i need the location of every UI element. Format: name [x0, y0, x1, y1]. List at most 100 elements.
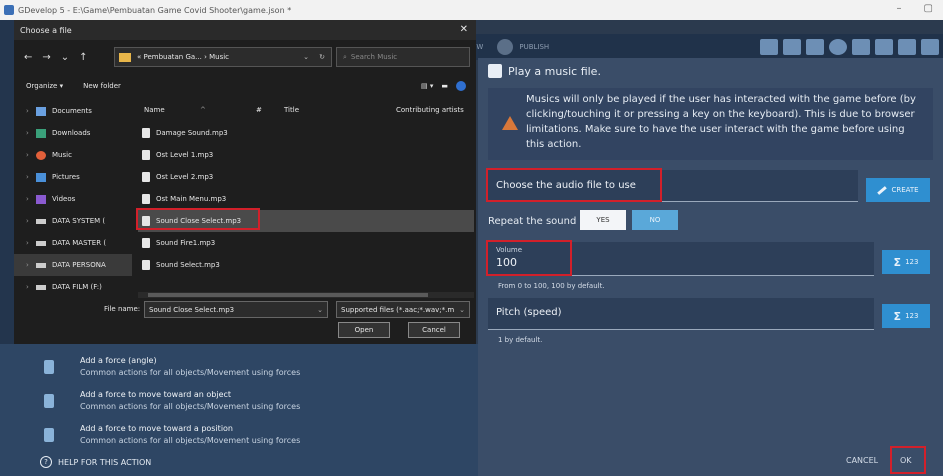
app-root: GDevelop 5 - E:\Game\Pembuatan Game Covi…	[0, 0, 943, 476]
sigma-icon: Σ	[893, 309, 902, 323]
list-item-title: Add a force to move toward an object	[80, 390, 232, 399]
up-arrow-icon[interactable]: ↑	[79, 52, 87, 63]
list-item-title: Add a force to move toward a position	[80, 424, 234, 433]
sidebar-item-videos[interactable]: › Videos	[14, 188, 132, 210]
volume-expression-button[interactable]: Σ 123	[882, 250, 930, 274]
list-item[interactable]: Add a force to move toward an object Com…	[44, 390, 300, 411]
sidebar-item-data-persona[interactable]: › DATA PERSONA	[14, 254, 132, 276]
maximize-icon[interactable]: ▢	[924, 3, 933, 14]
sidebar-item-documents[interactable]: › Documents	[14, 100, 132, 122]
address-path: « Pembuatan Ga... › Music	[137, 53, 230, 61]
view-controls: ▤ ▾ ▬	[421, 81, 466, 91]
open-button[interactable]: Open	[338, 322, 390, 338]
recent-chevron-icon[interactable]: ⌄	[61, 52, 69, 63]
file-row[interactable]: Ost Main Menu.mp3	[138, 188, 474, 210]
minimize-icon[interactable]: –	[897, 3, 902, 14]
pictures-icon	[36, 172, 46, 182]
file-row[interactable]: Ost Level 1.mp3	[138, 144, 474, 166]
column-artists[interactable]: Contributing artists	[396, 106, 464, 114]
settings-icon[interactable]	[921, 39, 939, 55]
address-bar[interactable]: « Pembuatan Ga... › Music ⌄ ↻	[114, 47, 332, 67]
file-row[interactable]: Sound Select.mp3	[138, 254, 474, 276]
help-icon[interactable]	[456, 81, 466, 91]
file-type-select[interactable]: Supported files (*.aac;*.wav;*.m ⌄	[336, 301, 470, 318]
audio-file-icon	[142, 260, 150, 270]
column-title[interactable]: Title	[284, 106, 299, 114]
file-chooser-commandbar: Organize ▾ New folder ▤ ▾ ▬	[14, 76, 476, 96]
highlight-selected-file	[136, 208, 260, 230]
column-number[interactable]: #	[256, 106, 262, 114]
publish-label[interactable]: PUBLISH	[519, 43, 549, 51]
cancel-button[interactable]: CANCEL	[846, 456, 878, 465]
sidebar-item-data-master[interactable]: › DATA MASTER (	[14, 232, 132, 254]
chevron-down-icon[interactable]: ⌄	[317, 306, 323, 314]
sidebar-item-data-system[interactable]: › DATA SYSTEM (	[14, 210, 132, 232]
column-name[interactable]: Name	[144, 106, 165, 114]
close-icon[interactable]: ✕	[460, 24, 468, 35]
pitch-hint: 1 by default.	[498, 336, 543, 344]
scrollbar-thumb[interactable]	[148, 293, 428, 297]
repeat-label: Repeat the sound	[488, 216, 577, 227]
audio-file-icon	[142, 238, 150, 248]
highlight-volume-field	[486, 240, 572, 276]
redo-icon[interactable]	[898, 39, 916, 55]
refresh-icon[interactable]: ↻	[319, 53, 325, 61]
add-more-icon[interactable]	[829, 39, 847, 55]
file-chooser-titlebar: Choose a file ✕	[14, 20, 476, 40]
file-chooser-dialog: Choose a file ✕ ← → ⌄ ↑ « Pembuatan Ga..…	[14, 20, 476, 344]
warning-icon	[502, 116, 518, 130]
search-input[interactable]: ⌕ Search Music	[336, 47, 470, 67]
search-placeholder: Search Music	[350, 53, 398, 61]
repeat-yes-toggle[interactable]: YES	[580, 210, 626, 230]
pitch-expression-button[interactable]: Σ 123	[882, 304, 930, 328]
toolbar-icon-group	[760, 39, 939, 55]
file-list-header: Name ^ # Title Contributing artists	[138, 102, 474, 120]
list-item-title: Add a force (angle)	[80, 356, 157, 365]
repeat-no-toggle[interactable]: NO	[632, 210, 678, 230]
delete-icon[interactable]	[852, 39, 870, 55]
file-row[interactable]: Ost Level 2.mp3	[138, 166, 474, 188]
back-arrow-icon[interactable]: ←	[24, 52, 32, 63]
add-event-icon[interactable]	[760, 39, 778, 55]
editor-toolbar: EW PUBLISH	[470, 34, 943, 60]
audio-file-icon	[142, 150, 150, 160]
cancel-button[interactable]: Cancel	[408, 322, 460, 338]
window-titlebar: GDevelop 5 - E:\Game\Pembuatan Game Covi…	[0, 0, 943, 20]
drive-icon	[36, 284, 46, 290]
help-button[interactable]: ? HELP FOR THIS ACTION	[40, 456, 151, 468]
add-comment-icon[interactable]	[806, 39, 824, 55]
organize-menu[interactable]: Organize ▾	[26, 82, 63, 90]
sidebar-item-music[interactable]: › Music	[14, 144, 132, 166]
expression-label: 123	[905, 258, 919, 266]
pitch-field[interactable]: Pitch (speed)	[488, 298, 874, 330]
dialog-title: Play a music file.	[508, 64, 601, 78]
file-type-value: Supported files (*.aac;*.wav;*.m	[341, 305, 455, 314]
file-name-input[interactable]: Sound Close Select.mp3 ⌄	[144, 301, 328, 318]
audio-file-icon	[142, 128, 150, 138]
expression-label: 123	[905, 312, 919, 320]
publish-icon[interactable]	[497, 39, 514, 55]
chevron-down-icon[interactable]: ⌄	[303, 53, 309, 61]
list-item[interactable]: Add a force to move toward a position Co…	[44, 424, 300, 445]
add-subevent-icon[interactable]	[783, 39, 801, 55]
list-item[interactable]: Add a force (angle) Common actions for a…	[44, 356, 300, 377]
file-row[interactable]: Sound Fire1.mp3	[138, 232, 474, 254]
search-icon: ⌕	[343, 52, 347, 61]
create-button[interactable]: CREATE	[866, 178, 930, 202]
chevron-down-icon: ⌄	[459, 305, 465, 314]
preview-pane-icon[interactable]: ▬	[441, 82, 448, 90]
sidebar-item-downloads[interactable]: › Downloads	[14, 122, 132, 144]
sidebar-item-pictures[interactable]: › Pictures	[14, 166, 132, 188]
horizontal-scrollbar[interactable]	[138, 292, 474, 298]
new-folder-button[interactable]: New folder	[83, 82, 121, 90]
folder-icon	[119, 52, 131, 62]
file-row[interactable]: Damage Sound.mp3	[138, 122, 474, 144]
warning-text: Musics will only be played if the user h…	[526, 94, 916, 150]
forward-arrow-icon[interactable]: →	[42, 52, 50, 63]
force-icon	[44, 394, 54, 408]
view-options-icon[interactable]: ▤ ▾	[421, 82, 433, 90]
sidebar-item-data-film[interactable]: › DATA FILM (F:)	[14, 276, 132, 298]
undo-icon[interactable]	[875, 39, 893, 55]
list-item-subtitle: Common actions for all objects/Movement …	[80, 436, 301, 445]
file-name-row: File name: Sound Close Select.mp3 ⌄ Supp…	[14, 300, 476, 320]
